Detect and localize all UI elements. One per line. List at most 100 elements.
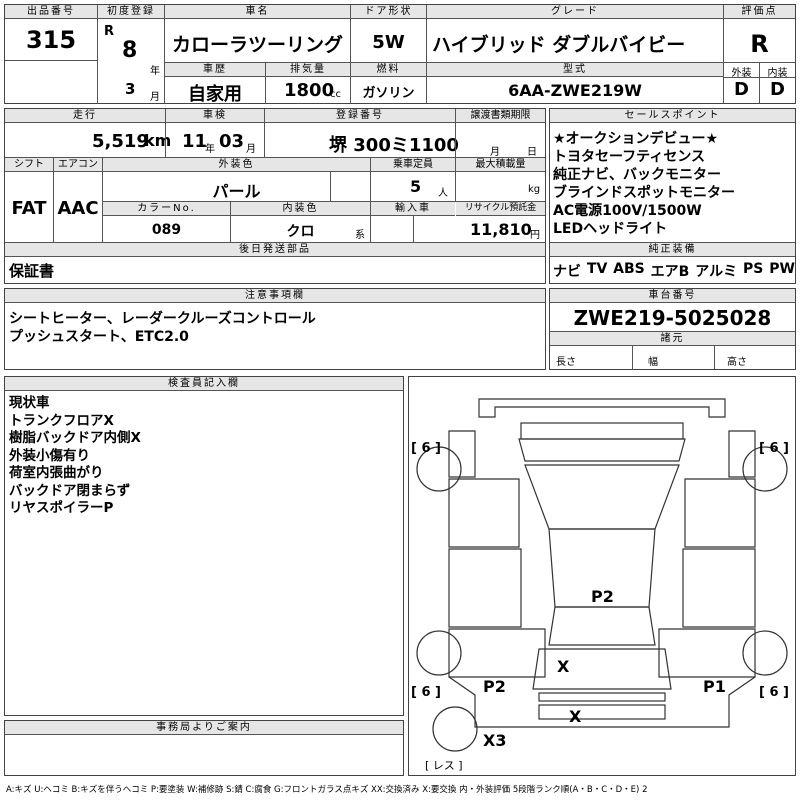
inspector-line: バックドア閉まらず	[9, 482, 131, 499]
ac: AAC	[57, 198, 99, 219]
inspector-notes: 現状車 トランクフロアX 樹脂バックドア内側X 外装小傷有り 荷室内張曲がり バ…	[9, 395, 141, 518]
grade-label: グレード	[427, 5, 723, 19]
equip-item: エアB	[650, 264, 690, 280]
transfer-month: 月	[490, 147, 500, 158]
inspection-year-unit: 年	[205, 144, 215, 155]
disp-label: 排気量	[266, 63, 350, 77]
inspector-label: 検査員記入欄	[5, 377, 403, 391]
transfer-day: 日	[527, 147, 537, 158]
door-label: ドア形状	[351, 5, 426, 19]
history: 自家用	[188, 84, 242, 105]
mark-roof: P2	[591, 587, 614, 606]
car-outline	[416, 398, 788, 752]
office-label: 事務局よりご案内	[5, 721, 403, 735]
inspector-line: リヤスポイラーP	[9, 500, 114, 516]
recycle-fee: 11,810	[470, 220, 532, 239]
mileage-unit: km	[144, 131, 172, 150]
equip-item: ABS	[613, 261, 645, 277]
mark-spare: X3	[483, 731, 507, 750]
equipment-list: ナビ TV ABS エアB アルミ PS PW	[553, 261, 795, 281]
ext-score: D	[734, 79, 749, 100]
later-label: 後日発送部品	[5, 243, 545, 257]
spec-length: 長さ	[556, 357, 576, 368]
car-diagram: [ 6 ] [ 6 ] [ 6 ] [ 6 ] P2 X P2 P1 X X3 …	[408, 376, 796, 776]
later-parts: 保証書	[9, 262, 55, 280]
capacity-label: 乗車定員	[371, 158, 455, 172]
model-label: 車名	[165, 5, 350, 19]
first-reg-label: 初度登録	[98, 5, 164, 19]
model-name: カローラツーリング	[171, 34, 343, 56]
inspection-month-unit: 月	[246, 144, 256, 155]
recycle-label: リサイクル預託金	[456, 202, 545, 216]
equip-label: 純正装備	[550, 243, 795, 257]
sales-item: トヨタセーフティセンス	[553, 149, 706, 165]
color-number: 089	[151, 222, 182, 238]
sales-label: セールスポイント	[550, 109, 795, 123]
fuel: ガソリン	[362, 86, 415, 101]
mileage-label: 走行	[5, 109, 165, 123]
shift-label: シフト	[5, 158, 53, 172]
mark-right: P1	[703, 677, 726, 696]
colorno-label: カラーNo.	[103, 202, 230, 216]
sales-item: ブラインドスポットモニター	[553, 185, 735, 201]
score: R	[750, 30, 769, 58]
notes-label: 注意事項欄	[5, 289, 545, 303]
mileage: 5,519	[92, 131, 149, 152]
chassis-number: ZWE219-5025028	[573, 306, 772, 330]
plate-label: 登録番号	[265, 109, 455, 123]
mark-left: P2	[483, 677, 506, 696]
era: R	[104, 24, 115, 39]
mark-rear: X	[557, 657, 570, 676]
equip-item: PW	[769, 261, 795, 277]
sales-item: 純正ナビ、バックモニター	[553, 167, 721, 183]
reg-year: 8	[122, 38, 138, 63]
transfer-label: 譲渡書類期限	[456, 109, 545, 123]
plate-number: 堺 300ミ1100	[329, 135, 459, 156]
year-unit: 年	[150, 66, 160, 77]
displacement: 1800	[284, 80, 335, 101]
recycle-unit: 円	[530, 230, 540, 241]
legend: A:キズ U:ヘコミ B:キズを伴うヘコミ P:要塗装 W:補修跡 S:錆 C:…	[6, 785, 648, 795]
tire-rear-right: [ 6 ]	[759, 685, 789, 700]
door-type: 5W	[372, 32, 405, 53]
load-label: 最大積載量	[456, 158, 545, 172]
sales-item: AC電源100V/1500W	[553, 203, 702, 219]
sales-item: ★オークションデビュー★	[553, 131, 719, 147]
spare-label: [ レス ]	[425, 759, 463, 772]
mark-bumper: X	[569, 707, 582, 726]
inspector-line: 荷室内張曲がり	[9, 465, 104, 481]
type-label: 型式	[427, 63, 723, 77]
load-unit: kg	[528, 184, 541, 195]
notes-line: シートヒーター、レーダークルーズコントロール	[9, 311, 316, 327]
equip-item: TV	[586, 261, 608, 277]
tire-front-right: [ 6 ]	[759, 441, 789, 456]
inspection-label: 車検	[166, 109, 264, 123]
equip-item: ナビ	[553, 264, 581, 280]
spec-width: 幅	[648, 357, 658, 368]
model-type: 6AA-ZWE219W	[508, 81, 642, 100]
int-score: D	[770, 79, 785, 100]
reg-month: 3	[125, 80, 136, 98]
shift: FAT	[11, 198, 47, 219]
lot-label: 出品番号	[5, 5, 97, 19]
import-label: 輸入車	[371, 202, 455, 216]
fuel-label: 燃料	[351, 63, 426, 77]
inspection-year: 11	[182, 131, 208, 152]
month-unit: 月	[150, 92, 160, 103]
sales-points: ★オークションデビュー★ トヨタセーフティセンス 純正ナビ、バックモニター ブラ…	[553, 130, 735, 238]
capacity: 5	[410, 177, 422, 196]
sales-item: LEDヘッドライト	[553, 221, 668, 237]
lot-number: 315	[25, 26, 77, 54]
inspector-line: トランクフロアX	[9, 412, 114, 429]
inspector-line: 外装小傷有り	[9, 447, 90, 464]
interior-color: クロ	[286, 224, 315, 240]
disp-unit: cc	[330, 89, 341, 100]
equip-item: アルミ	[695, 264, 738, 280]
equip-item: PS	[742, 261, 764, 277]
grade-name: ハイブリッド ダブルバイビー	[432, 34, 686, 56]
spec-height: 高さ	[727, 357, 747, 368]
intcolor-label: 内装色	[231, 202, 370, 216]
history-label: 車歴	[165, 63, 265, 77]
color-label: 外装色	[103, 158, 370, 172]
notes-line: プッシュスタート、ETC2.0	[9, 329, 189, 345]
